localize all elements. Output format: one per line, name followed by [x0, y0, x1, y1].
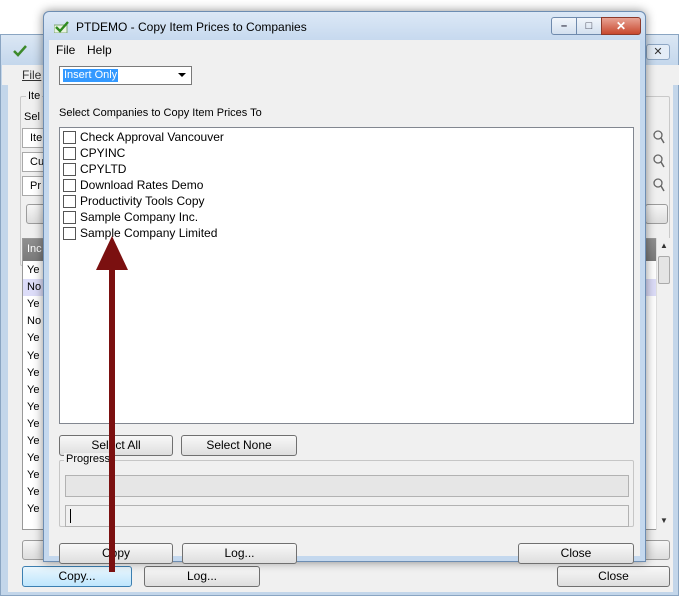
parent-wide-button-right[interactable]	[645, 204, 668, 224]
close-button[interactable]: Close	[518, 543, 634, 564]
copy-button[interactable]: Copy	[59, 543, 173, 564]
search-icon[interactable]	[653, 154, 665, 168]
app-icon	[13, 45, 27, 57]
close-icon: ✕	[615, 19, 627, 33]
search-icon[interactable]	[653, 130, 665, 144]
scroll-up-icon[interactable]: ▲	[660, 241, 668, 250]
company-list-label: Select Companies to Copy Item Prices To	[59, 107, 262, 119]
minimize-button[interactable]: –	[551, 17, 577, 35]
scroll-thumb[interactable]	[658, 256, 670, 284]
mode-dropdown[interactable]: Insert Only	[59, 66, 192, 85]
company-label: Productivity Tools Copy	[80, 194, 205, 208]
parent-log-button[interactable]: Log...	[144, 566, 260, 587]
company-label: Check Approval Vancouver	[80, 130, 224, 144]
progress-bar-current	[65, 505, 629, 527]
text-cursor	[70, 509, 71, 523]
company-label: CPYINC	[80, 146, 126, 160]
app-icon	[54, 21, 69, 33]
maximize-button[interactable]: □	[576, 17, 602, 35]
log-button[interactable]: Log...	[182, 543, 297, 564]
checkbox[interactable]	[63, 227, 76, 240]
checkbox[interactable]	[63, 211, 76, 224]
select-none-button[interactable]: Select None	[181, 435, 297, 456]
dialog-title-bar: PTDEMO - Copy Item Prices to Companies –…	[44, 12, 645, 42]
maximize-icon: □	[585, 20, 593, 32]
dialog-body: Insert Only Select Companies to Copy Ite…	[49, 60, 640, 564]
company-checklist[interactable]: Check Approval Vancouver CPYINC CPYLTD D…	[59, 127, 634, 424]
parent-close-icon[interactable]: ✕	[646, 44, 670, 60]
parent-select-label: Sel	[24, 111, 40, 123]
checkbox[interactable]	[63, 131, 76, 144]
grid-header-label: Inc	[27, 243, 42, 255]
parent-close-button[interactable]: Close	[557, 566, 670, 587]
grid-vertical-scrollbar[interactable]: ▲ ▼	[656, 238, 671, 530]
dialog-title: PTDEMO - Copy Item Prices to Companies	[76, 20, 307, 34]
menu-help[interactable]: Help	[87, 43, 112, 57]
progress-label: Progress	[64, 453, 113, 465]
mode-dropdown-value: Insert Only	[63, 69, 119, 82]
company-label: Download Rates Demo	[80, 178, 204, 192]
checkbox[interactable]	[63, 163, 76, 176]
company-label: Sample Company Inc.	[80, 210, 199, 224]
minimize-icon: –	[560, 20, 568, 32]
menu-file[interactable]: File	[56, 43, 75, 57]
chevron-down-icon	[178, 73, 186, 77]
checkbox[interactable]	[63, 147, 76, 160]
checkbox[interactable]	[63, 195, 76, 208]
company-label: CPYLTD	[80, 162, 127, 176]
parent-menu-file[interactable]: File	[22, 68, 41, 82]
parent-group-title: Ite	[26, 90, 43, 102]
parent-copy-button[interactable]: Copy...	[22, 566, 132, 587]
close-window-button[interactable]: ✕	[601, 17, 641, 35]
scroll-down-icon[interactable]: ▼	[660, 516, 668, 525]
company-label: Sample Company Limited	[80, 226, 218, 240]
search-icon[interactable]	[653, 178, 665, 192]
copy-prices-dialog: PTDEMO - Copy Item Prices to Companies –…	[43, 11, 646, 564]
dialog-menu-bar: File Help	[49, 40, 640, 60]
progress-bar-overall	[65, 475, 629, 497]
checkbox[interactable]	[63, 179, 76, 192]
